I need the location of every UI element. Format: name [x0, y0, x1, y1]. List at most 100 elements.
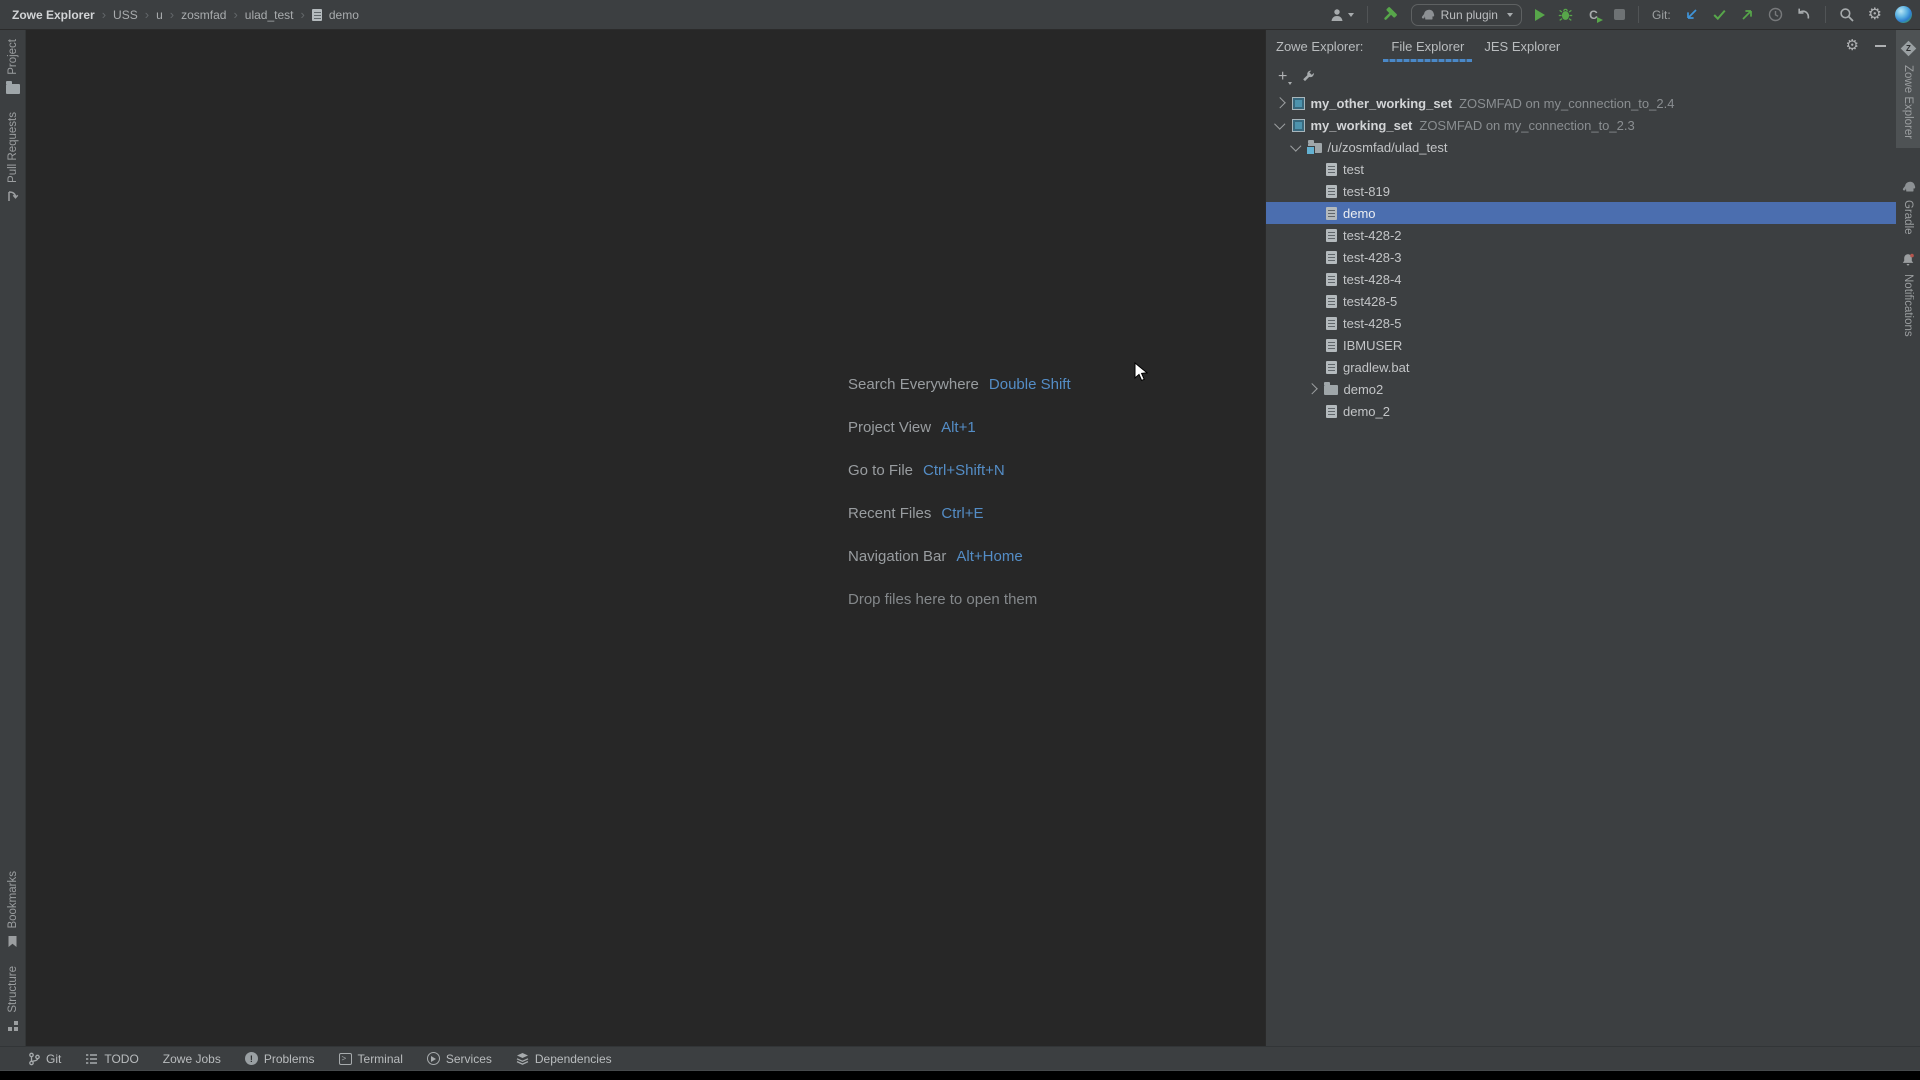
tree-row-label: gradlew.bat	[1343, 360, 1410, 375]
panel-settings-button[interactable]: ⚙	[1846, 38, 1859, 54]
file-icon	[1326, 339, 1337, 352]
terminal-icon: >	[339, 1053, 352, 1065]
tree-row-label: my_other_working_set	[1311, 96, 1453, 111]
chevron-down-icon	[1288, 82, 1292, 85]
tree-row-label: test	[1343, 162, 1364, 177]
bell-icon	[1901, 253, 1915, 267]
tree-row-annotation: ZOSMFAD on my_connection_to_2.3	[1419, 118, 1634, 133]
tab-file-explorer[interactable]: File Explorer	[1381, 30, 1474, 62]
toolwindow-git[interactable]: Git	[28, 1052, 61, 1066]
run-configuration-label: Run plugin	[1441, 8, 1498, 22]
run-with-coverage-button[interactable]: C	[1586, 8, 1601, 22]
shortcut-keys: Alt+Home	[956, 535, 1022, 578]
shortcut-label: Navigation Bar	[848, 535, 946, 578]
tree-row-label: test428-5	[1343, 294, 1397, 309]
breadcrumb-separator-icon: ›	[145, 7, 149, 22]
ide-window: Zowe Explorer › USS › u › zosmfad › ulad…	[0, 0, 1920, 1080]
stop-button[interactable]	[1614, 9, 1625, 20]
toolbar-divider	[1825, 6, 1826, 23]
settings-button[interactable]: ⚙	[1868, 7, 1882, 23]
breadcrumb-item-uss[interactable]: USS	[113, 8, 138, 22]
breadcrumb-item-u[interactable]: u	[156, 8, 163, 22]
file-icon	[1326, 185, 1337, 198]
build-project-button[interactable]	[1381, 6, 1398, 23]
toolwindow-label: Terminal	[358, 1052, 403, 1066]
add-working-set-button[interactable]: +	[1278, 70, 1287, 84]
gradle-icon	[1420, 9, 1435, 21]
breadcrumb-item-zosmfad[interactable]: zosmfad	[181, 8, 226, 22]
breadcrumb-item-ulad-test[interactable]: ulad_test	[245, 8, 294, 22]
shortcut-row: Navigation Bar Alt+Home	[848, 535, 1071, 578]
chevron-down-icon[interactable]	[1274, 118, 1285, 129]
chevron-right-icon[interactable]	[1306, 384, 1317, 395]
play-icon	[1535, 9, 1545, 21]
file-icon	[1326, 295, 1337, 308]
tree-row-file[interactable]: gradlew.bat	[1266, 356, 1896, 378]
todo-list-icon	[85, 1053, 98, 1065]
git-commit-button[interactable]	[1712, 7, 1727, 22]
search-icon	[1839, 7, 1855, 23]
git-push-button[interactable]	[1740, 7, 1755, 22]
history-button[interactable]	[1768, 7, 1783, 22]
chevron-right-icon[interactable]	[1274, 98, 1285, 109]
gradle-icon	[1901, 181, 1916, 193]
toolwindow-dependencies[interactable]: Dependencies	[516, 1052, 612, 1066]
shortcut-keys: Ctrl+Shift+N	[923, 449, 1005, 492]
tree-row-label: my_working_set	[1311, 118, 1413, 133]
tree-row-file[interactable]: test-428-4	[1266, 268, 1896, 290]
search-everywhere-button[interactable]	[1839, 7, 1855, 23]
rollback-button[interactable]	[1796, 7, 1812, 22]
sidebar-item-zowe-explorer[interactable]: Z Zowe Explorer	[1896, 30, 1920, 148]
git-label: Git:	[1652, 8, 1671, 22]
tree-row-file[interactable]: test	[1266, 158, 1896, 180]
editor-area: Search Everywhere Double Shift Project V…	[26, 30, 1265, 1046]
tree-row-working-set[interactable]: my_other_working_set ZOSMFAD on my_conne…	[1266, 92, 1896, 114]
debug-button[interactable]	[1558, 7, 1573, 22]
sidebar-item-structure[interactable]: Structure	[7, 957, 19, 1046]
tree-row-folder[interactable]: /u/zosmfad/ulad_test	[1266, 136, 1896, 158]
wrench-settings-button[interactable]	[1301, 70, 1315, 84]
run-configuration-select[interactable]: Run plugin	[1411, 4, 1522, 26]
git-update-button[interactable]	[1684, 7, 1699, 22]
shortcut-keys: Alt+1	[941, 406, 976, 449]
sidebar-item-bookmarks[interactable]: Bookmarks	[7, 862, 19, 958]
tree-row-file[interactable]: demo_2	[1266, 400, 1896, 422]
breadcrumb-item-project[interactable]: Zowe Explorer	[12, 8, 95, 22]
tree-row-file[interactable]: IBMUSER	[1266, 334, 1896, 356]
tree-row-label: demo_2	[1343, 404, 1390, 419]
left-tool-window-stripe: Project Pull Requests Bookmarks Structur…	[0, 30, 26, 1046]
structure-label: Structure	[7, 966, 19, 1013]
breadcrumb-item-demo[interactable]: demo	[329, 8, 359, 22]
tree-row-file[interactable]: test-428-3	[1266, 246, 1896, 268]
tree-row-file[interactable]: test-428-2	[1266, 224, 1896, 246]
toolwindow-services[interactable]: Services	[427, 1052, 492, 1066]
chevron-down-icon[interactable]	[1290, 140, 1301, 151]
empty-editor-shortcuts: Search Everywhere Double Shift Project V…	[848, 363, 1071, 621]
tree-row-file[interactable]: test-819	[1266, 180, 1896, 202]
tree-row-working-set[interactable]: my_working_set ZOSMFAD on my_connection_…	[1266, 114, 1896, 136]
arrow-up-right-icon	[1740, 7, 1755, 22]
sidebar-item-gradle[interactable]: Gradle	[1901, 172, 1916, 244]
tree-row-file-selected[interactable]: demo	[1266, 202, 1896, 224]
tree-row-label: test-819	[1343, 184, 1390, 199]
arrow-down-left-icon	[1684, 7, 1699, 22]
tree-row-file[interactable]: test428-5	[1266, 290, 1896, 312]
tab-jes-explorer[interactable]: JES Explorer	[1474, 30, 1570, 62]
bug-icon	[1558, 7, 1573, 22]
toolwindow-problems[interactable]: ! Problems	[245, 1052, 315, 1066]
profile-sphere-icon[interactable]	[1895, 6, 1912, 23]
tree-row-label: demo2	[1344, 382, 1384, 397]
sidebar-item-notifications[interactable]: Notifications	[1901, 244, 1915, 346]
run-button[interactable]	[1535, 9, 1545, 21]
toolwindow-zowe-jobs[interactable]: Zowe Jobs	[163, 1052, 221, 1066]
hide-panel-button[interactable]	[1875, 45, 1886, 47]
tree-row-folder[interactable]: demo2	[1266, 378, 1896, 400]
toolwindow-todo[interactable]: TODO	[85, 1052, 138, 1066]
panel-toolbar: +	[1266, 62, 1896, 92]
user-account-button[interactable]	[1329, 7, 1354, 23]
sidebar-item-project[interactable]: Project	[6, 30, 20, 103]
sidebar-item-pull-requests[interactable]: Pull Requests	[6, 103, 19, 212]
tree-row-label: demo	[1343, 206, 1376, 221]
tree-row-file[interactable]: test-428-5	[1266, 312, 1896, 334]
toolwindow-terminal[interactable]: > Terminal	[339, 1052, 403, 1066]
